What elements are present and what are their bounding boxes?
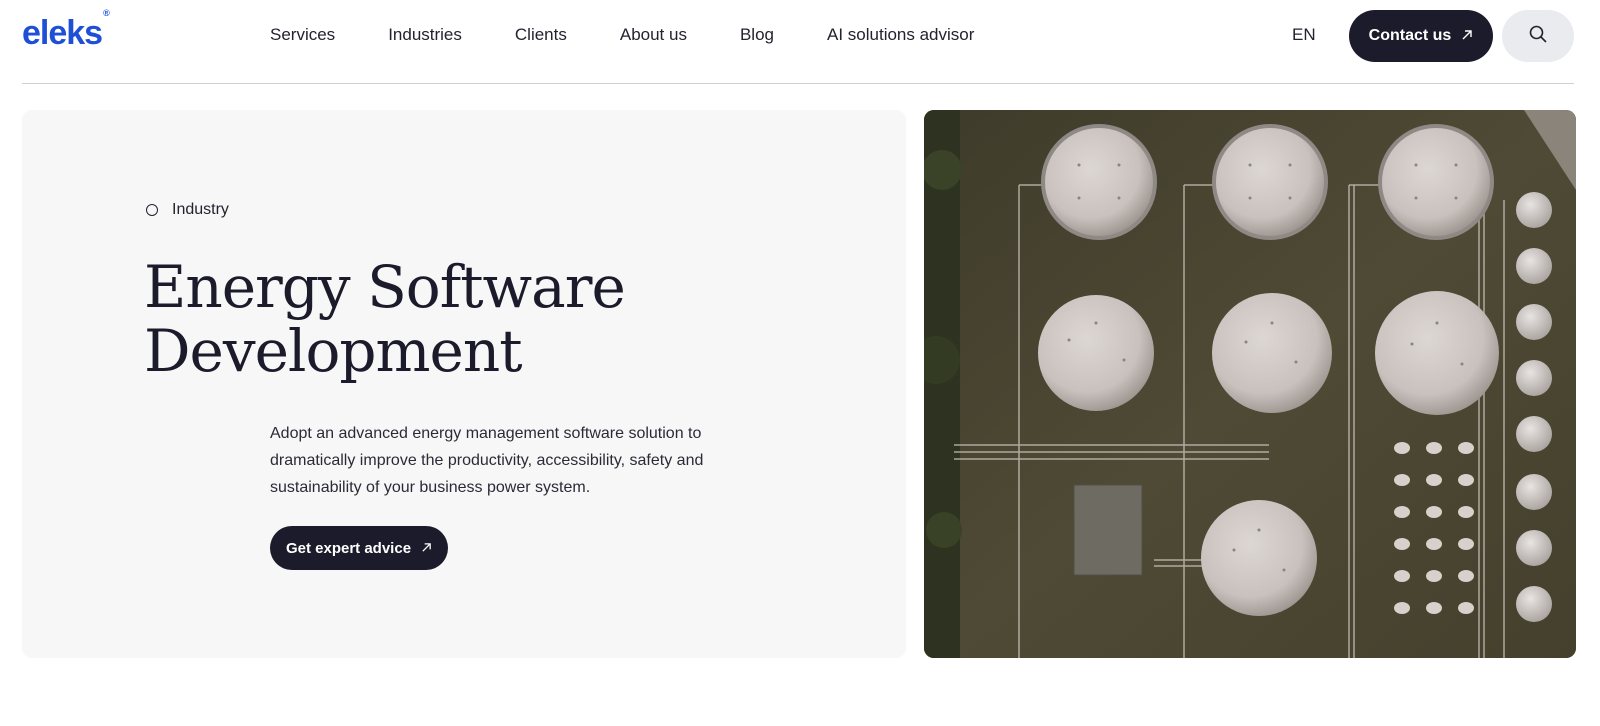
nav-blog[interactable]: Blog [740,25,774,47]
hero-card: Industry Energy Software Development Ado… [22,110,906,658]
nav-clients[interactable]: Clients [515,25,567,47]
contact-us-button[interactable]: Contact us [1349,10,1493,62]
arrow-up-right-icon [1461,28,1473,45]
search-icon [1528,24,1548,49]
industry-tag: Industry [146,201,229,219]
language-selector[interactable]: EN [1292,25,1316,45]
page-title-line1: Energy Software [144,253,626,321]
get-expert-advice-button[interactable]: Get expert advice [270,526,448,570]
search-button[interactable] [1502,10,1574,62]
industry-tag-label: Industry [172,201,229,218]
nav-ai-solutions-advisor[interactable]: AI solutions advisor [827,25,974,47]
site-header: eleks® Services Industries Clients About… [0,0,1600,84]
aerial-tanks-image [924,110,1576,658]
page-title-line2: Development [144,317,522,385]
nav-services[interactable]: Services [270,25,335,47]
page-title: Energy Software Development [144,253,626,385]
get-expert-advice-label: Get expert advice [285,539,412,557]
hero-description: Adopt an advanced energy management soft… [270,425,704,496]
arrow-up-right-icon [421,540,432,556]
contact-us-label: Contact us [1368,27,1452,44]
eleks-logo[interactable]: eleks® [22,8,110,53]
main-nav: Services Industries Clients About us Blo… [270,25,974,47]
nav-about-us[interactable]: About us [620,25,687,47]
header-divider [22,83,1574,84]
nav-industries[interactable]: Industries [388,25,462,47]
circle-bullet-icon [146,204,158,216]
